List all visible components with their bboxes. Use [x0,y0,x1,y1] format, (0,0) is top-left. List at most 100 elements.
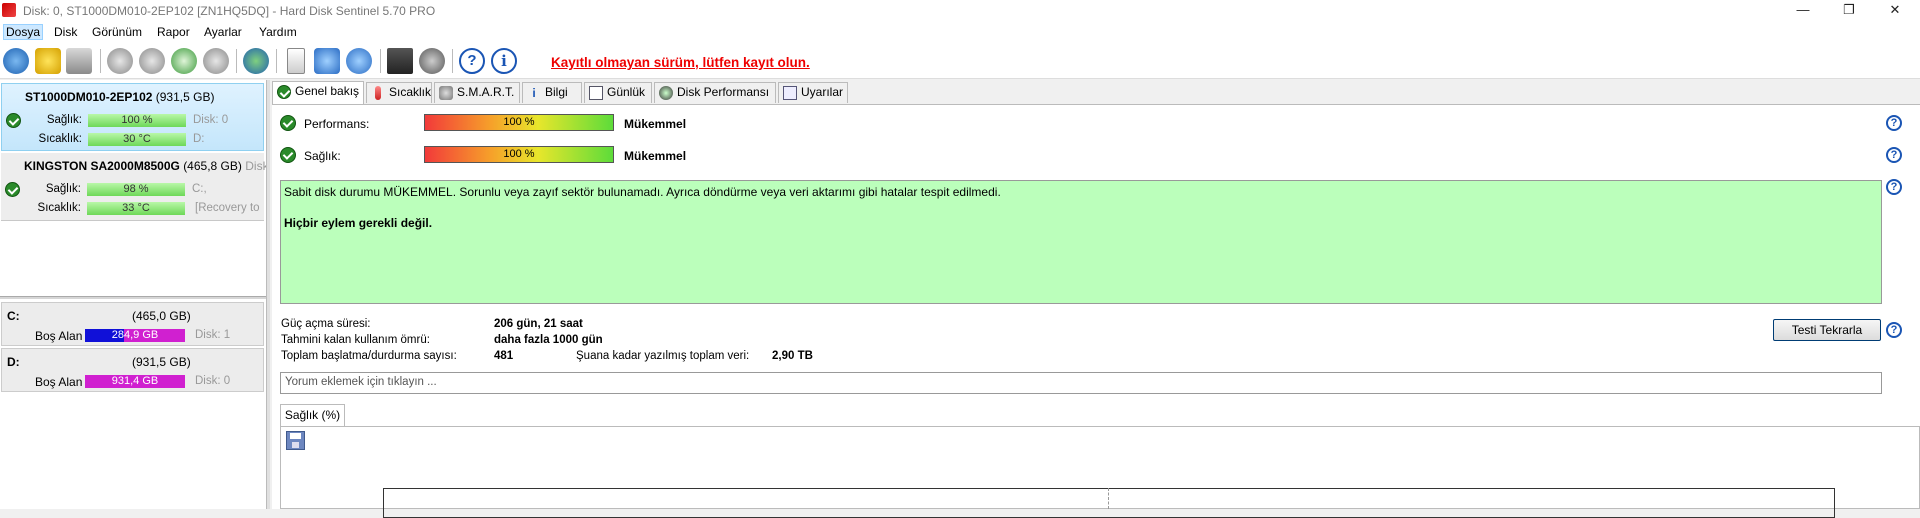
written-value: 2,90 TB [772,350,813,362]
tab-disk-performance[interactable]: Disk Performansı [654,82,776,103]
globe-icon[interactable] [243,48,269,74]
smart-icon [439,86,453,100]
disk-card-0[interactable]: ST1000DM010-2EP102 (931,5 GB) Sağlık: 10… [1,83,264,151]
menu-report[interactable]: Rapor [157,25,190,39]
tool-icon-4[interactable] [203,48,229,74]
health-bar: 100 % [424,146,614,163]
check-icon [280,115,296,131]
network-icon[interactable] [346,48,372,74]
partition-letter: D: [7,355,20,369]
chart-plot-frame [383,488,1835,518]
info-icon[interactable]: i [491,48,517,74]
tool-icon-1[interactable] [107,48,133,74]
drive-letters: D: [193,133,205,145]
vertical-splitter[interactable] [266,80,270,509]
temp-label: Sıcaklık: [38,133,82,145]
alerts-icon [783,86,797,100]
free-space-bar: 284,9 GB [85,329,185,342]
power-on-value: 206 gün, 21 saat [494,318,583,330]
tool-icon-2[interactable] [139,48,165,74]
window-title: Disk: 0, ST1000DM010-2EP102 [ZN1HQ5DQ] -… [23,4,436,18]
toolbar-separator [100,49,101,73]
lifetime-value: daha fazla 1000 gün [494,334,603,346]
maximize-button[interactable]: ❐ [1826,0,1872,22]
partition-card-c[interactable]: C: (465,0 GB) Boş Alan 284,9 GB Disk: 1 [1,302,264,346]
disk-name: KINGSTON SA2000M8500G (465,8 GB) Disk [24,159,269,173]
status-message-box: Sabit disk durumu MÜKEMMEL. Sorunlu veya… [280,180,1882,304]
menu-settings[interactable]: Ayarlar [204,25,242,39]
health-status: Mükemmel [624,149,687,163]
menu-help[interactable]: Yardım [259,25,297,39]
help-icon[interactable]: ? [1886,147,1902,163]
help-icon[interactable]: ? [459,48,485,74]
close-button[interactable]: ✕ [1872,0,1918,22]
partition-letter: C: [7,309,20,323]
start-stop-value: 481 [494,350,514,362]
info-icon: i [532,86,536,100]
help-icon[interactable]: ? [1886,179,1902,195]
health-label: Sağlık: [304,149,341,163]
temp-bar: 33 °C [87,202,185,215]
temp-bar: 30 °C [88,133,186,146]
partition-size: (465,0 GB) [132,309,191,323]
retest-button[interactable]: Testi Tekrarla [1773,319,1881,341]
health-label: Sağlık: [45,183,81,195]
menu-disk[interactable]: Disk [54,25,77,39]
title-bar: Disk: 0, ST1000DM010-2EP102 [ZN1HQ5DQ] -… [0,0,1920,22]
performance-label: Performans: [304,117,370,131]
speaker-icon[interactable] [419,48,445,74]
menu-bar: Dosya Disk Görünüm Rapor Ayarlar Yardım [0,22,1920,43]
free-space-label: Boş Alan [35,329,83,343]
panel-splitter[interactable] [0,296,266,299]
save-icon[interactable] [286,431,305,450]
tab-alerts[interactable]: Uyarılar [778,82,848,103]
help-icon[interactable]: ? [1886,115,1902,131]
unregistered-link[interactable]: Kayıtlı olmayan sürüm, lütfen kayıt olun… [551,55,810,70]
refresh-icon[interactable] [3,48,29,74]
check-icon [277,85,291,99]
tab-temperature[interactable]: Sıcaklık [366,82,432,103]
partition-disk: Disk: 1 [195,329,231,341]
power-on-label: Güç açma süresi: [281,318,371,330]
toolbar: ? i [0,43,1920,79]
volume-label: [Recovery to [195,202,260,214]
tab-health-chart[interactable]: Sağlık (%) [280,404,345,426]
action-message: Hiçbir eylem gerekli değil. [284,216,433,230]
tab-log[interactable]: Günlük [584,82,652,103]
disk-icon[interactable] [66,48,92,74]
partition-card-d[interactable]: D: (931,5 GB) Boş Alan 931,4 GB Disk: 0 [1,348,264,392]
help-icon[interactable]: ? [1886,322,1902,338]
tab-info[interactable]: i Bilgi [522,82,582,103]
minimize-button[interactable]: — [1780,0,1826,22]
alert-icon[interactable] [35,48,61,74]
check-icon [280,147,296,163]
toolbar-separator [276,49,277,73]
start-stop-label: Toplam başlatma/durdurma sayısı: [281,350,457,362]
menu-view[interactable]: Görünüm [92,25,142,39]
app-logo-icon [2,3,16,17]
free-space-bar: 931,4 GB [85,375,185,388]
performance-icon[interactable] [387,48,413,74]
health-label: Sağlık: [46,114,82,126]
free-space-label: Boş Alan [35,375,83,389]
comment-input[interactable]: Yorum eklemek için tıklayın ... [280,372,1882,394]
temp-label: Sıcaklık: [37,202,81,214]
toolbar-separator [236,49,237,73]
partition-size: (931,5 GB) [132,355,191,369]
status-message: Sabit disk durumu MÜKEMMEL. Sorunlu veya… [284,185,1001,199]
tool-icon-3[interactable] [171,48,197,74]
thermometer-icon [375,86,381,100]
disk-list-panel: ST1000DM010-2EP102 (931,5 GB) Sağlık: 10… [0,80,269,509]
log-icon [589,86,603,100]
disk-card-1[interactable]: KINGSTON SA2000M8500G (465,8 GB) Disk Sa… [1,153,269,221]
gauge-icon [659,86,673,100]
menu-file[interactable]: Dosya [3,24,44,40]
report-icon[interactable] [287,48,305,74]
health-bar: 100 % [88,114,186,127]
toolbar-separator [380,49,381,73]
tab-smart[interactable]: S.M.A.R.T. [434,82,520,103]
tab-overview[interactable]: Genel bakış [272,81,364,104]
performance-status: Mükemmel [624,117,687,131]
toolbar-separator [452,49,453,73]
send-report-icon[interactable] [314,48,340,74]
